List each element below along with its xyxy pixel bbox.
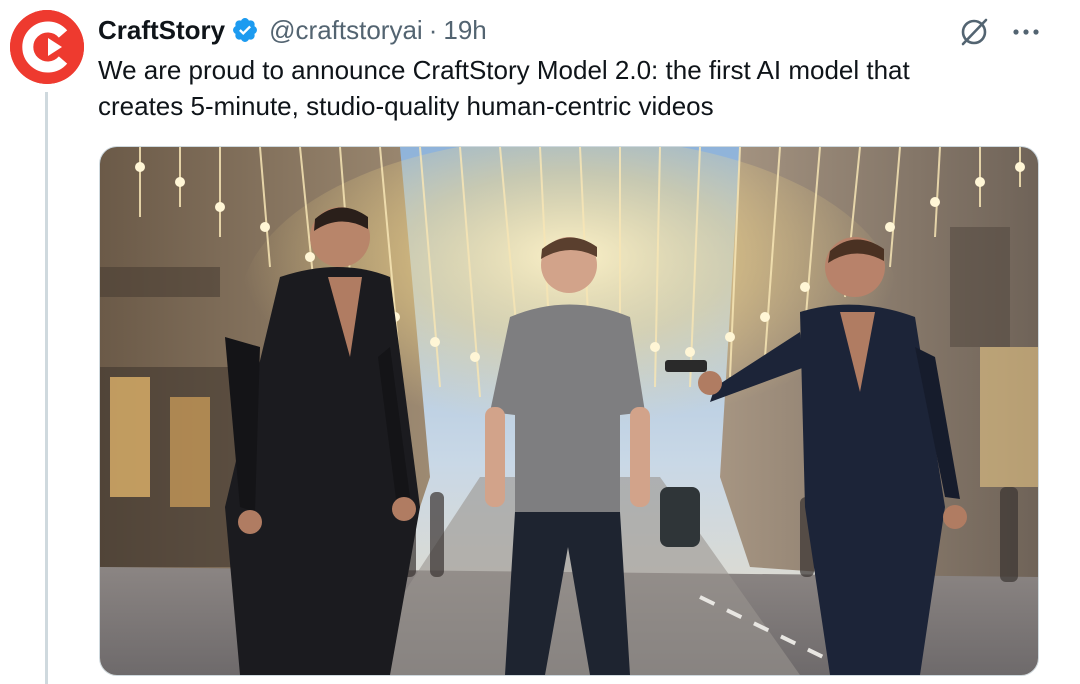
timestamp[interactable]: 19h: [443, 12, 486, 48]
tweet[interactable]: CraftStory @craftstoryai · 19h We are pr…: [0, 0, 1080, 684]
avatar[interactable]: [10, 10, 84, 84]
separator: ·: [428, 15, 438, 45]
verified-badge-icon: [231, 16, 259, 44]
craftstory-logo-icon: [10, 10, 84, 84]
grok-icon[interactable]: [956, 14, 992, 50]
tweet-text-line-2: creates 5-minute, studio-quality human-c…: [98, 91, 714, 121]
tweet-text-line-1: We are proud to announce CraftStory Mode…: [98, 55, 910, 85]
more-options-icon[interactable]: [1008, 14, 1044, 50]
thread-line: [45, 92, 48, 684]
author-name[interactable]: CraftStory: [98, 12, 225, 48]
tweet-text: We are proud to announce CraftStory Mode…: [98, 52, 1048, 124]
street-scene-image: [100, 147, 1038, 675]
tweet-header: CraftStory @craftstoryai · 19h: [98, 12, 487, 48]
tweet-media-image[interactable]: [99, 146, 1039, 676]
author-handle[interactable]: @craftstoryai: [269, 12, 423, 48]
